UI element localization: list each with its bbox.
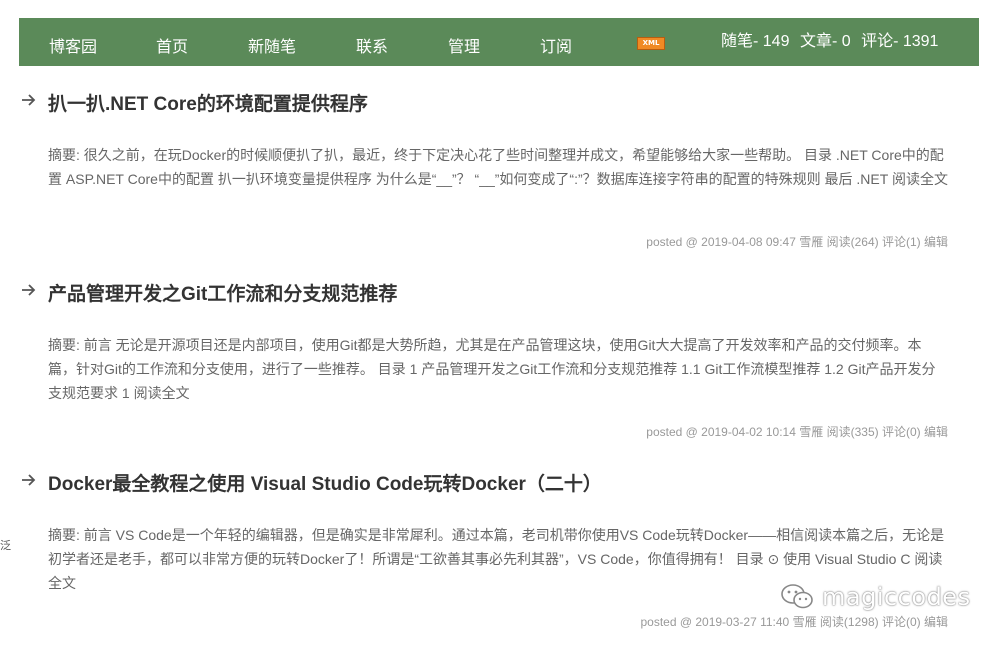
post-edit-link[interactable]: 编辑 [924,425,948,439]
post-reads-link[interactable]: 阅读(264) [827,235,879,249]
post-summary-text: 摘要: 很久之前，在玩Docker的时候顺便扒了扒，最近，终于下定决心花了些时间… [48,147,944,187]
post-summary: 摘要: 很久之前，在玩Docker的时候顺便扒了扒，最近，终于下定决心花了些时间… [48,143,948,191]
post-date: posted @ 2019-03-27 11:40 [640,615,790,629]
arrow-right-icon [22,284,36,296]
blog-stats: 随笔- 149 文章- 0 评论- 1391 [721,27,944,51]
nav-item-contact[interactable]: 联系 [356,33,388,57]
post-meta: posted @ 2019-04-08 09:47 雪雁 阅读(264) 评论(… [646,233,948,250]
post-summary-text: 摘要: 前言 VS Code是一个年轻的编辑器，但是确实是非常犀利。通过本篇，老… [48,527,945,567]
wechat-watermark: magiccodes [780,582,971,612]
post-meta: posted @ 2019-03-27 11:40 雪雁 阅读(1298) 评论… [640,613,948,630]
post-author-link[interactable]: 雪雁 [799,425,823,439]
stat-articles: 文章- 0 [799,33,851,50]
post-comments-link[interactable]: 评论(1) [882,235,921,249]
post-comments-link[interactable]: 评论(0) [882,425,921,439]
post-meta: posted @ 2019-04-02 10:14 雪雁 阅读(335) 评论(… [646,423,948,440]
post-author-link[interactable]: 雪雁 [799,235,823,249]
read-more-link[interactable]: 阅读全文 [134,385,190,401]
watermark-text: magiccodes [822,583,971,611]
nav-item-new-post[interactable]: 新随笔 [248,33,296,57]
post-reads-link[interactable]: 阅读(335) [827,425,879,439]
post-title[interactable]: 产品管理开发之Git工作流和分支规范推荐 [48,279,397,306]
stat-comments: 评论- 1391 [861,33,939,50]
post-date: posted @ 2019-04-02 10:14 [646,425,796,439]
top-navbar: 博客园 首页 新随笔 联系 管理 订阅 XML 随笔- 149 文章- 0 评论… [19,18,979,66]
arrow-right-icon [22,474,36,486]
nav-item-cnblogs[interactable]: 博客园 [49,33,97,57]
stat-posts: 随笔- 149 [721,33,790,50]
nav-item-manage[interactable]: 管理 [448,33,480,57]
arrow-right-icon [22,94,36,106]
nav-item-subscribe[interactable]: 订阅 [540,33,572,57]
post-comments-link[interactable]: 评论(0) [882,615,921,629]
xml-feed-icon[interactable]: XML [637,37,665,50]
wechat-icon [781,584,813,609]
post-date: posted @ 2019-04-08 09:47 [646,235,796,249]
post-edit-link[interactable]: 编辑 [924,235,948,249]
post-summary: 摘要: 前言 无论是开源项目还是内部项目，使用Git都是大势所趋，尤其是在产品管… [48,333,948,405]
post-author-link[interactable]: 雪雁 [793,615,817,629]
nav-item-home[interactable]: 首页 [156,33,188,57]
edge-text-fragment: 泛 [0,540,11,552]
post-title[interactable]: Docker最全教程之使用 Visual Studio Code玩转Docker… [48,469,602,496]
read-more-link[interactable]: 阅读全文 [892,171,948,187]
post-title[interactable]: 扒一扒.NET Core的环境配置提供程序 [48,89,368,116]
post-edit-link[interactable]: 编辑 [924,615,948,629]
post-reads-link[interactable]: 阅读(1298) [820,615,879,629]
